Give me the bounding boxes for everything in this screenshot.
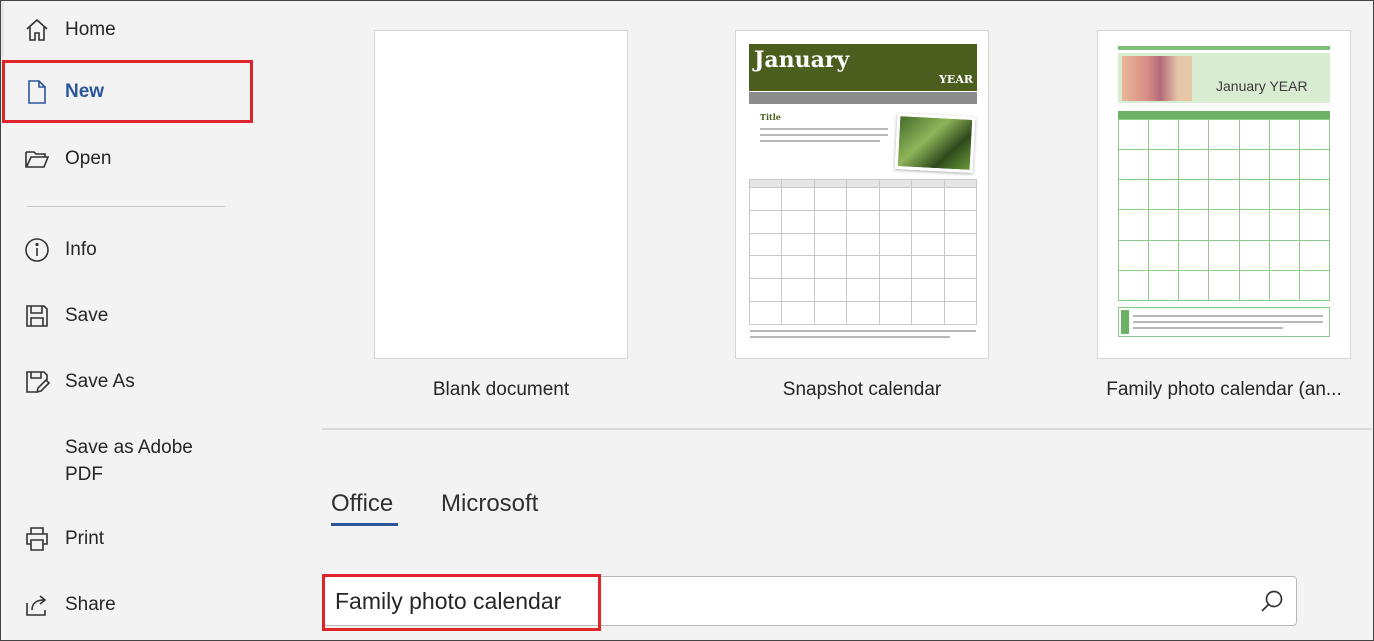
- sidebar-item-info[interactable]: Info: [1, 221, 256, 279]
- snapshot-header: January YEAR: [749, 44, 977, 91]
- template-caption: Snapshot calendar: [782, 379, 942, 400]
- home-icon: [23, 16, 51, 44]
- snapshot-subbar: [749, 92, 977, 104]
- sidebar-item-label: Print: [65, 528, 105, 549]
- new-highlight-box: [2, 60, 253, 123]
- sidebar-item-label: Home: [65, 19, 116, 40]
- family-weekday-bar: [1118, 111, 1330, 119]
- tab-office[interactable]: Office: [331, 490, 393, 518]
- text-line: [760, 140, 880, 142]
- sidebar-item-open[interactable]: Open: [1, 130, 256, 188]
- sidebar-divider: [27, 206, 225, 207]
- template-blank-document[interactable]: [374, 30, 628, 359]
- template-snapshot-calendar[interactable]: January YEAR Title: [735, 30, 989, 359]
- search-highlight-box: [322, 574, 601, 631]
- sidebar-item-label: Save As: [65, 371, 135, 392]
- save-icon: [23, 302, 51, 330]
- search-icon[interactable]: [1258, 588, 1286, 616]
- sidebar-item-label: Save: [65, 305, 109, 326]
- snapshot-title: Title: [760, 112, 781, 122]
- text-line: [750, 330, 976, 332]
- family-calendar-grid: [1117, 118, 1331, 302]
- info-icon: [23, 236, 51, 264]
- family-notes-box: [1118, 307, 1330, 337]
- snapshot-month: January: [754, 47, 850, 73]
- save-as-icon: [23, 368, 51, 396]
- text-line: [1133, 327, 1283, 329]
- template-family-photo-calendar[interactable]: January YEAR: [1097, 30, 1351, 359]
- sidebar-item-save-as-adobe-pdf[interactable]: Save as Adobe PDF: [1, 434, 256, 518]
- sidebar-item-label: Info: [65, 239, 97, 260]
- text-line: [760, 134, 888, 136]
- share-icon: [23, 591, 51, 619]
- printer-icon: [23, 525, 51, 553]
- tab-office-underline: [331, 523, 398, 526]
- text-line: [1133, 321, 1323, 323]
- family-photo: [1122, 56, 1192, 101]
- sidebar-item-print[interactable]: Print: [1, 510, 256, 568]
- folder-open-icon: [23, 145, 51, 173]
- backstage-sidebar: Home New Open Info Save Save As Save as …: [1, 1, 256, 640]
- tab-microsoft[interactable]: Microsoft: [441, 490, 538, 518]
- new-document-pane: Blank document January YEAR Title Snapsh: [257, 1, 1372, 640]
- text-line: [760, 128, 888, 130]
- sidebar-item-save[interactable]: Save: [1, 287, 256, 345]
- family-month: January YEAR: [1216, 78, 1308, 94]
- snapshot-year: YEAR: [939, 73, 973, 86]
- template-caption: Family photo calendar (an...: [1106, 379, 1342, 400]
- sidebar-item-home[interactable]: Home: [1, 1, 256, 59]
- text-line: [1133, 315, 1323, 317]
- family-top-bar: [1118, 46, 1330, 50]
- family-notes-bar: [1121, 310, 1129, 334]
- sidebar-item-label: Open: [65, 148, 112, 169]
- sidebar-item-label: Save as Adobe PDF: [65, 437, 193, 485]
- sidebar-item-share[interactable]: Share: [1, 576, 256, 634]
- sidebar-item-label: Share: [65, 594, 116, 615]
- template-caption: Blank document: [432, 379, 570, 400]
- toucan-photo: [894, 112, 976, 174]
- section-separator: [322, 428, 1372, 430]
- text-line: [750, 336, 950, 338]
- snapshot-calendar-grid: [748, 179, 978, 325]
- sidebar-item-save-as[interactable]: Save As: [1, 353, 256, 411]
